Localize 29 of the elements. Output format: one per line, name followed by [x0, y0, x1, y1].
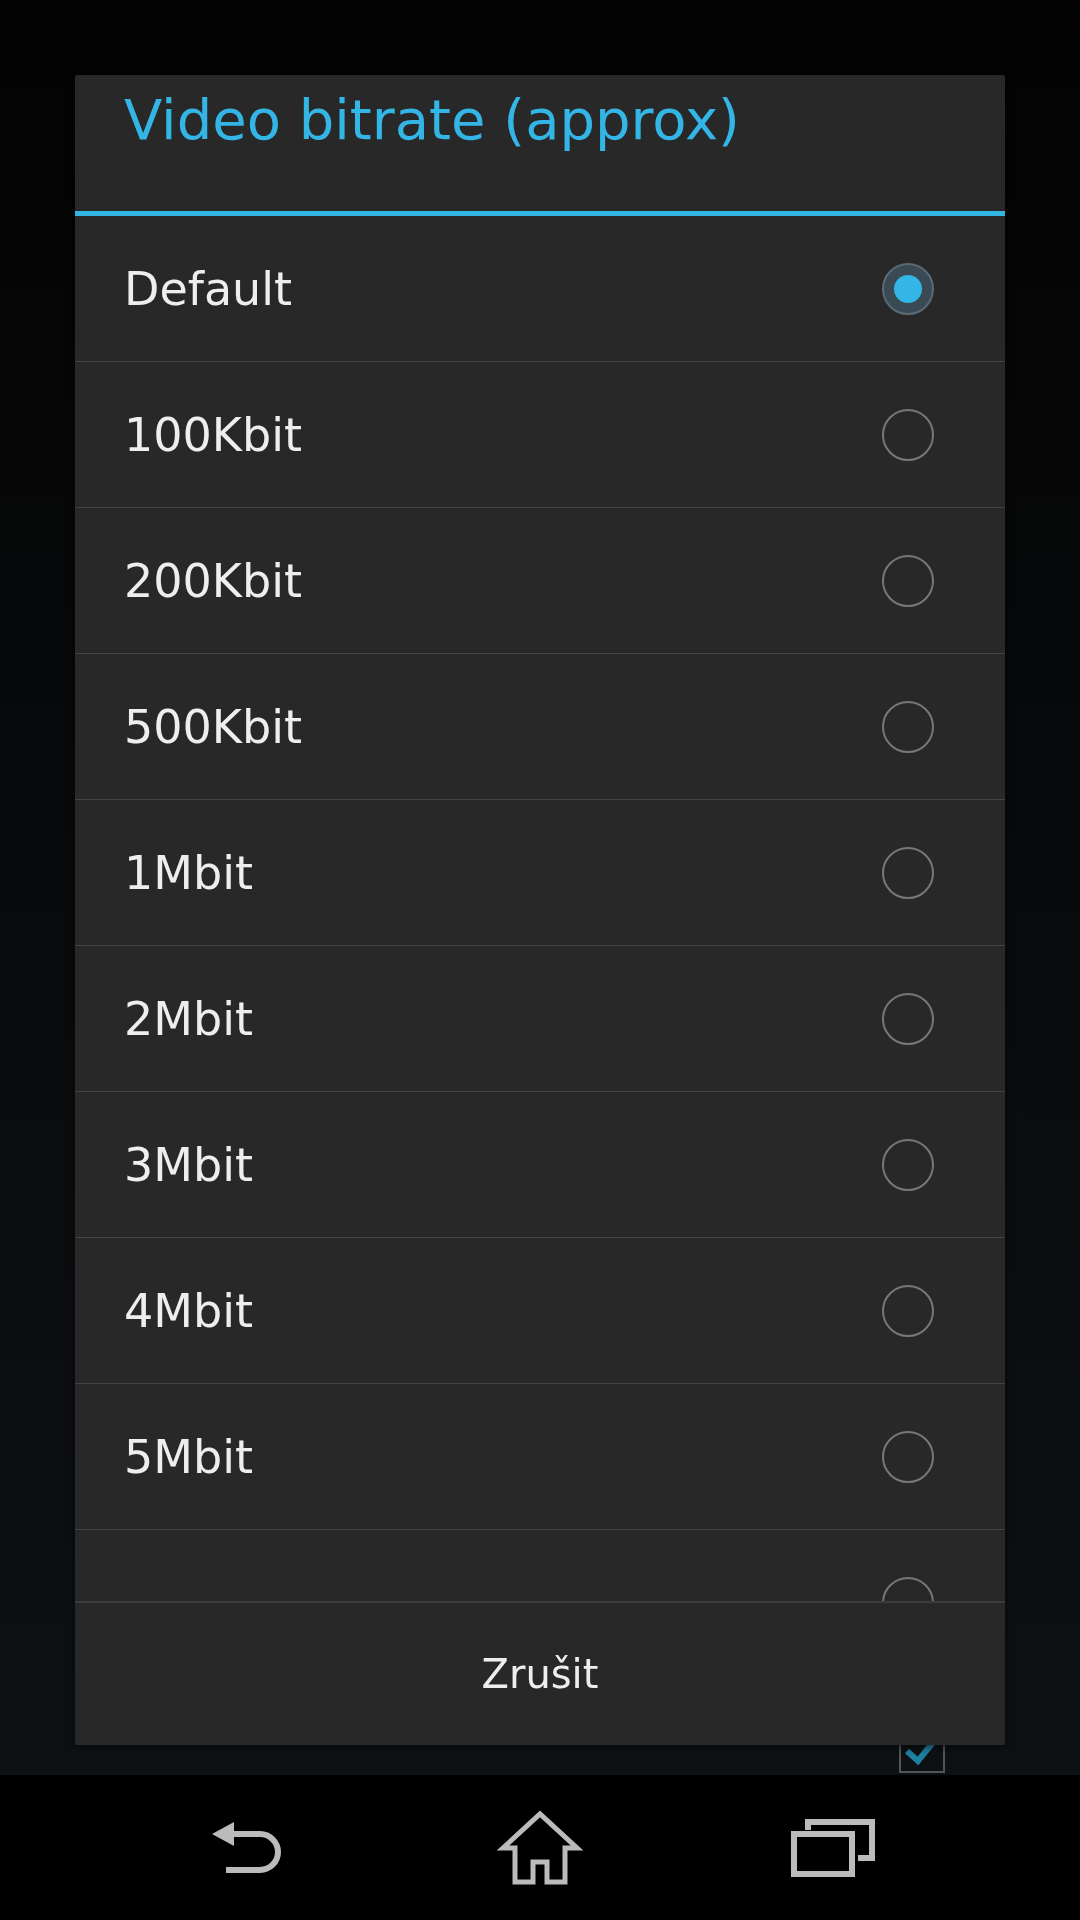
option-label: 5Mbit [124, 1429, 253, 1484]
option-label: 1Mbit [124, 845, 253, 900]
option-row[interactable]: 100Kbit [75, 362, 1005, 508]
cancel-button[interactable]: Zrušit [441, 1631, 639, 1717]
option-row[interactable]: 500Kbit [75, 654, 1005, 800]
option-row[interactable]: 200Kbit [75, 508, 1005, 654]
radio-button[interactable] [881, 407, 935, 462]
option-row[interactable]: 2Mbit [75, 946, 1005, 1092]
option-label: 200Kbit [124, 553, 302, 608]
radio-button[interactable] [881, 1137, 935, 1192]
radio-button[interactable] [881, 261, 935, 316]
radio-button[interactable] [881, 1283, 935, 1338]
option-label: 3Mbit [124, 1137, 253, 1192]
option-label: 500Kbit [124, 699, 302, 754]
option-row[interactable]: 1Mbit [75, 800, 1005, 946]
option-label: 100Kbit [124, 407, 302, 462]
radio-button[interactable] [881, 553, 935, 608]
option-row[interactable]: 4Mbit [75, 1238, 1005, 1384]
radio-button[interactable] [881, 1429, 935, 1484]
option-row[interactable]: Default [75, 216, 1005, 362]
option-label: 2Mbit [124, 991, 253, 1046]
option-label: Default [124, 261, 293, 316]
radio-button[interactable] [881, 699, 935, 754]
radio-button[interactable] [881, 845, 935, 900]
radio-button[interactable] [881, 991, 935, 1046]
option-row[interactable]: 5Mbit [75, 1384, 1005, 1530]
dialog-title: Video bitrate (approx) [75, 75, 1005, 216]
option-label: 4Mbit [124, 1283, 253, 1338]
option-row[interactable]: 3Mbit [75, 1092, 1005, 1238]
